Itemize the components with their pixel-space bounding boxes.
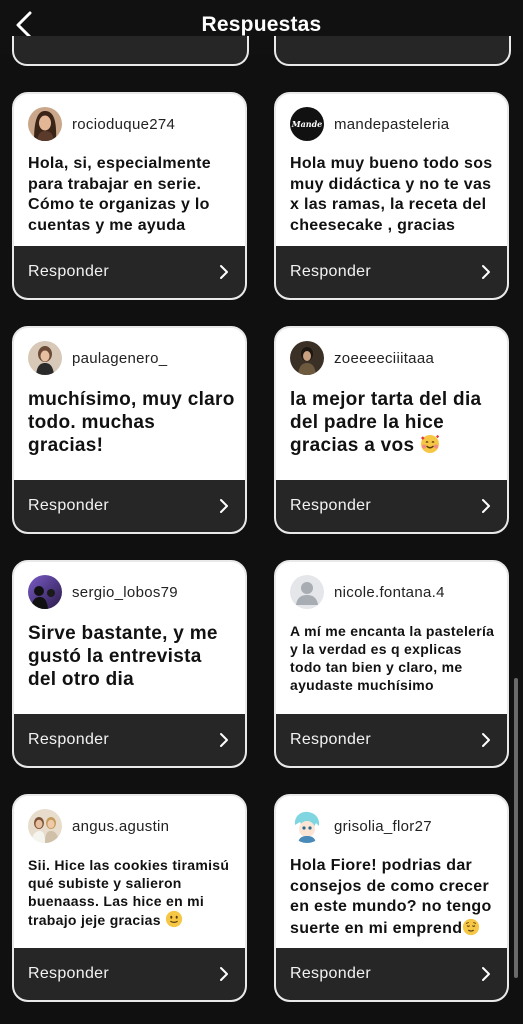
chevron-right-icon bbox=[217, 499, 231, 513]
chevron-right-icon bbox=[217, 265, 231, 279]
response-text: A mí me encanta la pastelería y la verda… bbox=[290, 623, 495, 693]
reply-label: Responder bbox=[290, 263, 371, 280]
card-header: angus.agustin bbox=[28, 808, 169, 844]
chevron-right-icon bbox=[217, 967, 231, 981]
username[interactable]: mandepasteleria bbox=[334, 116, 449, 133]
username[interactable]: zoeeeeciiitaaa bbox=[334, 350, 434, 367]
response-text: Sirve bastante, y me gustó la entrevista… bbox=[28, 623, 218, 690]
response-text: Hola Fiore! podrias dar consejos de como… bbox=[290, 856, 497, 939]
chevron-right-icon bbox=[217, 733, 231, 747]
username[interactable]: angus.agustin bbox=[72, 818, 169, 835]
reply-button[interactable]: Responder bbox=[14, 948, 245, 1000]
card-header: Mande mandepasteleria bbox=[290, 106, 449, 142]
response-text-content: Sii. Hice las cookies tiramisú qué subis… bbox=[28, 857, 230, 928]
page-title: Respuestas bbox=[201, 13, 322, 36]
username[interactable]: rocioduque274 bbox=[72, 116, 175, 133]
card-header: sergio_lobos79 bbox=[28, 574, 178, 610]
relieved-face-emoji bbox=[463, 918, 480, 935]
scrollbar[interactable] bbox=[514, 678, 518, 978]
reply-label: Responder bbox=[290, 731, 371, 748]
chevron-right-icon bbox=[479, 499, 493, 513]
reply-button[interactable]: Responder bbox=[276, 714, 507, 766]
reply-button[interactable]: Responder bbox=[14, 246, 245, 298]
card-header: zoeeeeciiitaaa bbox=[290, 340, 434, 376]
reply-label: Responder bbox=[290, 497, 371, 514]
avatar-logo-text: Mande bbox=[291, 119, 323, 129]
card-header: grisolia_flor27 bbox=[290, 808, 432, 844]
avatar[interactable] bbox=[290, 341, 324, 375]
username[interactable]: paulagenero_ bbox=[72, 350, 167, 367]
reply-label: Responder bbox=[28, 497, 109, 514]
username[interactable]: grisolia_flor27 bbox=[334, 818, 432, 835]
reply-label: Responder bbox=[290, 965, 371, 982]
chevron-right-icon bbox=[479, 733, 493, 747]
smiling-face-with-hearts-emoji bbox=[420, 434, 440, 453]
card-header: paulagenero_ bbox=[28, 340, 167, 376]
avatar[interactable] bbox=[28, 341, 62, 375]
response-text: Hola muy bueno todo sos muy didáctica y … bbox=[290, 155, 493, 234]
reply-button[interactable]: Responder bbox=[276, 246, 507, 298]
card-header: nicole.fontana.4 bbox=[290, 574, 445, 610]
response-text: Sii. Hice las cookies tiramisú qué subis… bbox=[28, 856, 235, 929]
slightly-smiling-face-emoji bbox=[165, 910, 183, 928]
chevron-right-icon bbox=[479, 967, 493, 981]
reply-button[interactable]: Responder bbox=[276, 480, 507, 532]
response-card: paulagenero_ muchísimo, muy claro todo. … bbox=[12, 326, 247, 534]
response-card: Mande mandepasteleria Hola muy bueno tod… bbox=[274, 92, 509, 300]
reply-label: Responder bbox=[28, 263, 109, 280]
avatar[interactable] bbox=[28, 107, 62, 141]
reply-label: Responder bbox=[28, 965, 109, 982]
previous-card-stub bbox=[12, 36, 249, 66]
chevron-right-icon bbox=[479, 265, 493, 279]
response-card: rocioduque274 Hola, si, especialmente pa… bbox=[12, 92, 247, 300]
response-card: sergio_lobos79 Sirve bastante, y me gust… bbox=[12, 560, 247, 768]
response-card: grisolia_flor27 Hola Fiore! podrias dar … bbox=[274, 794, 509, 1002]
reply-button[interactable]: Responder bbox=[276, 948, 507, 1000]
reply-button[interactable]: Responder bbox=[14, 480, 245, 532]
response-card: nicole.fontana.4 A mí me encanta la past… bbox=[274, 560, 509, 768]
username[interactable]: nicole.fontana.4 bbox=[334, 584, 445, 601]
reply-label: Responder bbox=[28, 731, 109, 748]
previous-card-stub bbox=[274, 36, 511, 66]
default-user-avatar-icon[interactable] bbox=[290, 575, 324, 609]
username[interactable]: sergio_lobos79 bbox=[72, 584, 178, 601]
avatar[interactable]: Mande bbox=[290, 107, 324, 141]
response-text-content: la mejor tarta del dia del padre la hice… bbox=[290, 389, 482, 456]
response-card: zoeeeeciiitaaa la mejor tarta del dia de… bbox=[274, 326, 509, 534]
card-header: rocioduque274 bbox=[28, 106, 175, 142]
response-text: muchísimo, muy claro todo. muchas gracia… bbox=[28, 389, 235, 456]
avatar[interactable] bbox=[28, 809, 62, 843]
avatar[interactable] bbox=[290, 809, 324, 843]
reply-button[interactable]: Responder bbox=[14, 714, 245, 766]
response-text: Hola, si, especialmente para trabajar en… bbox=[28, 155, 211, 234]
avatar[interactable] bbox=[28, 575, 62, 609]
response-card: angus.agustin Sii. Hice las cookies tira… bbox=[12, 794, 247, 1002]
response-text: la mejor tarta del dia del padre la hice… bbox=[290, 388, 497, 457]
